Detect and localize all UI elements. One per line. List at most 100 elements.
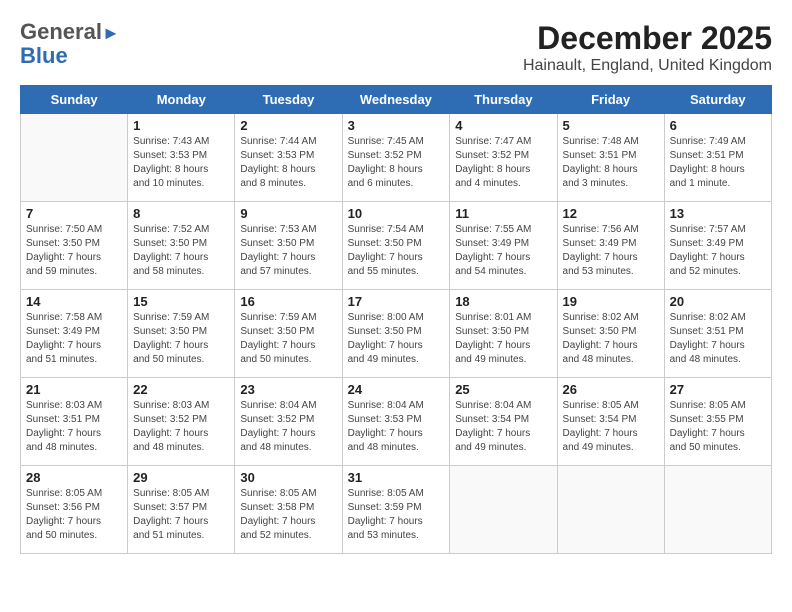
day-cell [664, 466, 771, 554]
col-header-monday: Monday [128, 86, 235, 114]
day-cell: 18 Sunrise: 8:01 AM Sunset: 3:50 PM Dayli… [450, 290, 557, 378]
day-cell: 25 Sunrise: 8:04 AM Sunset: 3:54 PM Dayli… [450, 378, 557, 466]
week-row-1: 1Sunrise: 7:43 AM Sunset: 3:53 PM Daylig… [21, 114, 772, 202]
day-cell: 6Sunrise: 7:49 AM Sunset: 3:51 PM Daylig… [664, 114, 771, 202]
day-number: 29 [133, 470, 229, 485]
day-info: Sunrise: 7:47 AM Sunset: 3:52 PM Dayligh… [455, 135, 551, 191]
day-cell: 30 Sunrise: 8:05 AM Sunset: 3:58 PM Dayli… [235, 466, 342, 554]
day-number: 20 [670, 294, 766, 309]
day-number: 30 [240, 470, 336, 485]
day-number: 19 [563, 294, 659, 309]
day-info: Sunrise: 8:04 AM Sunset: 3:52 PM Dayligh… [240, 399, 336, 455]
day-cell: 14 Sunrise: 7:58 AM Sunset: 3:49 PM Dayli… [21, 290, 128, 378]
day-number: 13 [670, 206, 766, 221]
logo-icon-shape: ► [102, 23, 120, 43]
col-header-wednesday: Wednesday [342, 86, 450, 114]
day-number: 31 [348, 470, 445, 485]
logo-general: General [20, 19, 102, 44]
col-header-sunday: Sunday [21, 86, 128, 114]
day-info: Sunrise: 8:05 AM Sunset: 3:54 PM Dayligh… [563, 399, 659, 455]
day-number: 3 [348, 118, 445, 133]
day-info: Sunrise: 8:03 AM Sunset: 3:51 PM Dayligh… [26, 399, 122, 455]
day-info: Sunrise: 8:05 AM Sunset: 3:58 PM Dayligh… [240, 487, 336, 543]
day-cell: 9 Sunrise: 7:53 AM Sunset: 3:50 PM Daylig… [235, 202, 342, 290]
day-cell: 12Sunrise: 7:56 AM Sunset: 3:49 PM Dayli… [557, 202, 664, 290]
day-cell: 8Sunrise: 7:52 AM Sunset: 3:50 PM Daylig… [128, 202, 235, 290]
day-number: 9 [240, 206, 336, 221]
day-info: Sunrise: 8:05 AM Sunset: 3:55 PM Dayligh… [670, 399, 766, 455]
day-info: Sunrise: 7:58 AM Sunset: 3:49 PM Dayligh… [26, 311, 122, 367]
calendar-header-row: SundayMondayTuesdayWednesdayThursdayFrid… [21, 86, 772, 114]
day-cell: 22Sunrise: 8:03 AM Sunset: 3:52 PM Dayli… [128, 378, 235, 466]
day-cell: 4 Sunrise: 7:47 AM Sunset: 3:52 PM Daylig… [450, 114, 557, 202]
day-info: Sunrise: 7:53 AM Sunset: 3:50 PM Dayligh… [240, 223, 336, 279]
day-info: Sunrise: 8:02 AM Sunset: 3:50 PM Dayligh… [563, 311, 659, 367]
main-title: December 2025 [523, 20, 772, 57]
day-info: Sunrise: 7:59 AM Sunset: 3:50 PM Dayligh… [240, 311, 336, 367]
day-info: Sunrise: 8:05 AM Sunset: 3:57 PM Dayligh… [133, 487, 229, 543]
day-info: Sunrise: 8:04 AM Sunset: 3:54 PM Dayligh… [455, 399, 551, 455]
calendar-table: SundayMondayTuesdayWednesdayThursdayFrid… [20, 85, 772, 554]
day-cell: 21Sunrise: 8:03 AM Sunset: 3:51 PM Dayli… [21, 378, 128, 466]
logo-blue: Blue [20, 43, 68, 68]
day-number: 23 [240, 382, 336, 397]
day-number: 12 [563, 206, 659, 221]
day-cell: 19 Sunrise: 8:02 AM Sunset: 3:50 PM Dayli… [557, 290, 664, 378]
day-info: Sunrise: 8:02 AM Sunset: 3:51 PM Dayligh… [670, 311, 766, 367]
day-info: Sunrise: 8:04 AM Sunset: 3:53 PM Dayligh… [348, 399, 445, 455]
day-cell: 24 Sunrise: 8:04 AM Sunset: 3:53 PM Dayli… [342, 378, 450, 466]
day-cell: 26 Sunrise: 8:05 AM Sunset: 3:54 PM Dayli… [557, 378, 664, 466]
day-number: 15 [133, 294, 229, 309]
day-info: Sunrise: 8:05 AM Sunset: 3:59 PM Dayligh… [348, 487, 445, 543]
col-header-saturday: Saturday [664, 86, 771, 114]
day-cell: 10Sunrise: 7:54 AM Sunset: 3:50 PM Dayli… [342, 202, 450, 290]
day-cell: 16 Sunrise: 7:59 AM Sunset: 3:50 PM Dayli… [235, 290, 342, 378]
day-cell: 31 Sunrise: 8:05 AM Sunset: 3:59 PM Dayli… [342, 466, 450, 554]
day-info: Sunrise: 7:50 AM Sunset: 3:50 PM Dayligh… [26, 223, 122, 279]
day-info: Sunrise: 7:59 AM Sunset: 3:50 PM Dayligh… [133, 311, 229, 367]
day-cell: 7Sunrise: 7:50 AM Sunset: 3:50 PM Daylig… [21, 202, 128, 290]
day-number: 1 [133, 118, 229, 133]
week-row-3: 14 Sunrise: 7:58 AM Sunset: 3:49 PM Dayli… [21, 290, 772, 378]
calendar-body: 1Sunrise: 7:43 AM Sunset: 3:53 PM Daylig… [21, 114, 772, 554]
day-info: Sunrise: 8:05 AM Sunset: 3:56 PM Dayligh… [26, 487, 122, 543]
day-number: 11 [455, 206, 551, 221]
subtitle: Hainault, England, United Kingdom [523, 57, 772, 75]
week-row-4: 21Sunrise: 8:03 AM Sunset: 3:51 PM Dayli… [21, 378, 772, 466]
day-info: Sunrise: 8:01 AM Sunset: 3:50 PM Dayligh… [455, 311, 551, 367]
day-info: Sunrise: 8:00 AM Sunset: 3:50 PM Dayligh… [348, 311, 445, 367]
day-info: Sunrise: 7:48 AM Sunset: 3:51 PM Dayligh… [563, 135, 659, 191]
day-number: 28 [26, 470, 122, 485]
day-cell: 23 Sunrise: 8:04 AM Sunset: 3:52 PM Dayli… [235, 378, 342, 466]
day-number: 26 [563, 382, 659, 397]
day-number: 6 [670, 118, 766, 133]
day-number: 10 [348, 206, 445, 221]
day-cell: 28 Sunrise: 8:05 AM Sunset: 3:56 PM Dayli… [21, 466, 128, 554]
day-number: 17 [348, 294, 445, 309]
col-header-friday: Friday [557, 86, 664, 114]
day-cell: 3Sunrise: 7:45 AM Sunset: 3:52 PM Daylig… [342, 114, 450, 202]
day-cell: 1Sunrise: 7:43 AM Sunset: 3:53 PM Daylig… [128, 114, 235, 202]
day-cell [450, 466, 557, 554]
day-cell: 13 Sunrise: 7:57 AM Sunset: 3:49 PM Dayli… [664, 202, 771, 290]
day-cell [557, 466, 664, 554]
day-number: 4 [455, 118, 551, 133]
day-number: 16 [240, 294, 336, 309]
day-number: 25 [455, 382, 551, 397]
day-info: Sunrise: 7:57 AM Sunset: 3:49 PM Dayligh… [670, 223, 766, 279]
week-row-2: 7Sunrise: 7:50 AM Sunset: 3:50 PM Daylig… [21, 202, 772, 290]
page-header: General► Blue December 2025 Hainault, En… [20, 20, 772, 75]
day-cell: 15 Sunrise: 7:59 AM Sunset: 3:50 PM Dayli… [128, 290, 235, 378]
day-info: Sunrise: 7:44 AM Sunset: 3:53 PM Dayligh… [240, 135, 336, 191]
day-number: 2 [240, 118, 336, 133]
col-header-tuesday: Tuesday [235, 86, 342, 114]
day-cell: 2 Sunrise: 7:44 AM Sunset: 3:53 PM Daylig… [235, 114, 342, 202]
day-number: 27 [670, 382, 766, 397]
day-info: Sunrise: 7:55 AM Sunset: 3:49 PM Dayligh… [455, 223, 551, 279]
day-number: 18 [455, 294, 551, 309]
day-number: 5 [563, 118, 659, 133]
day-cell: 17 Sunrise: 8:00 AM Sunset: 3:50 PM Dayli… [342, 290, 450, 378]
day-cell [21, 114, 128, 202]
day-number: 14 [26, 294, 122, 309]
day-number: 24 [348, 382, 445, 397]
